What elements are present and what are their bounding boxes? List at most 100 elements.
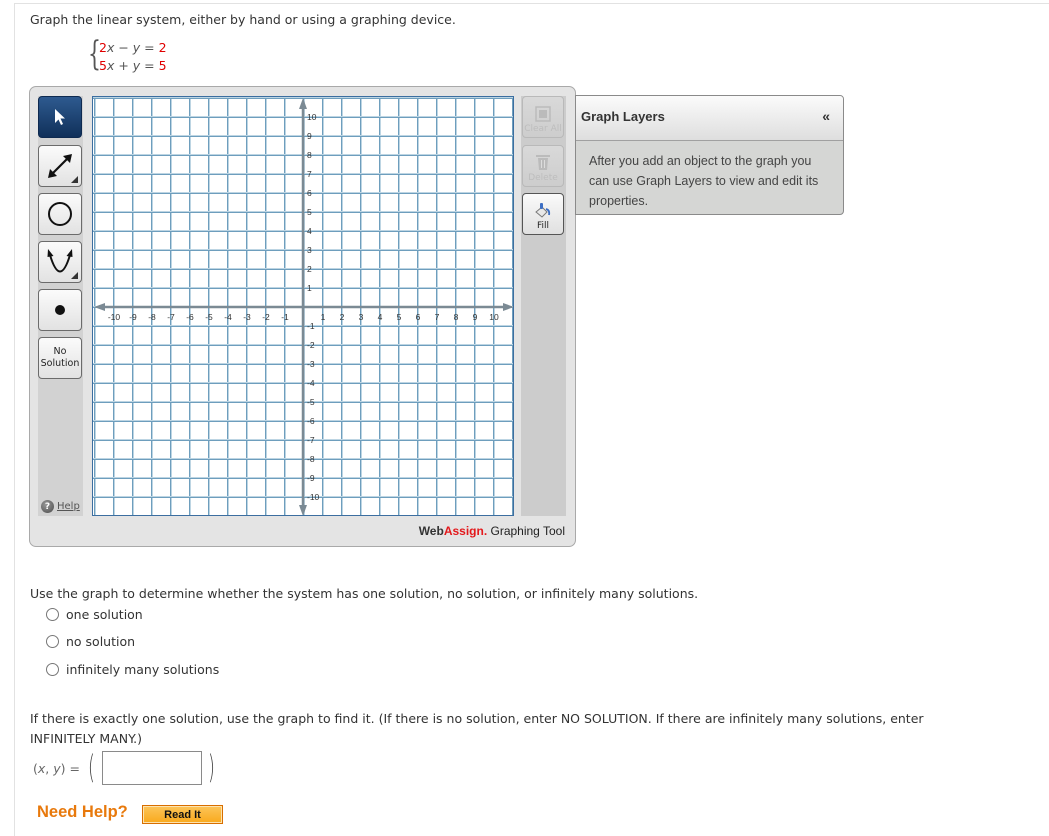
- y-tick-label: -6: [307, 416, 315, 426]
- x-tick-label: 6: [416, 312, 421, 322]
- x-tick-label: 4: [378, 312, 383, 322]
- y-tick-label: -8: [307, 454, 315, 464]
- y-tick-label: 1: [307, 283, 312, 293]
- dropdown-corner-icon: [71, 272, 78, 279]
- answer-close-paren: ): [208, 748, 215, 786]
- eq1-equals: =: [140, 40, 159, 55]
- eq2-operator: +: [114, 58, 133, 73]
- y-tick-label: -4: [307, 378, 315, 388]
- circle-tool-icon: [48, 202, 72, 226]
- equation-1: 2x − y = 2: [99, 40, 167, 55]
- y-tick-label: 4: [307, 226, 312, 236]
- dropdown-corner-icon: [71, 176, 78, 183]
- x-tick-label: -1: [281, 312, 289, 322]
- fill-button[interactable]: Fill: [522, 193, 564, 235]
- clear-all-icon: [535, 106, 551, 122]
- point-tool-button[interactable]: [38, 289, 82, 331]
- graph-layers-header: Graph Layers «: [576, 96, 843, 141]
- clear-all-label: Clear All: [524, 124, 562, 134]
- x-tick-label: 10: [489, 312, 499, 322]
- y-tick-label: -10: [307, 492, 320, 502]
- label-y: y: [53, 761, 61, 776]
- x-tick-label: 5: [397, 312, 402, 322]
- x-tick-label: 9: [473, 312, 478, 322]
- answer-input[interactable]: [102, 751, 202, 785]
- help-link[interactable]: ? Help: [41, 500, 80, 513]
- x-tick-label: -9: [129, 312, 137, 322]
- y-tick-label: -9: [307, 473, 315, 483]
- x-tick-label: 7: [435, 312, 440, 322]
- solution-type-prompt: Use the graph to determine whether the s…: [30, 586, 699, 601]
- circle-tool-button[interactable]: [38, 193, 82, 235]
- y-tick-label: 8: [307, 150, 312, 160]
- brand-web: Web: [418, 524, 444, 538]
- need-help-label: Need Help?: [37, 803, 128, 821]
- trash-icon: [536, 155, 550, 170]
- eq2-equals: =: [140, 58, 159, 73]
- radio-infinitely-many[interactable]: [46, 663, 59, 676]
- y-tick-label: -3: [307, 359, 315, 369]
- no-solution-button[interactable]: No Solution: [38, 337, 82, 379]
- graph-canvas[interactable]: -10 -10 -9 -9 -8 -8 -7 -7 -6 -6 -5 -5 -4 -4 -3 -3 -2 -2 -1…: [92, 96, 514, 516]
- label-close-equals: ) =: [60, 761, 80, 776]
- delete-label: Delete: [528, 173, 558, 183]
- no-solution-label-line1: No: [53, 346, 67, 357]
- option-infinitely-many[interactable]: infinitely many solutions: [46, 662, 219, 677]
- x-tick-label: 8: [454, 312, 459, 322]
- y-tick-label: 9: [307, 131, 312, 141]
- help-label: Help: [57, 501, 80, 512]
- delete-button[interactable]: Delete: [522, 145, 564, 187]
- y-tick-label: -5: [307, 397, 315, 407]
- option-label: infinitely many solutions: [66, 662, 220, 677]
- answer-label: (x, y) =: [33, 761, 80, 776]
- webassign-branding: WebAssign. Graphing Tool: [419, 524, 565, 538]
- y-tick-label: 7: [307, 169, 312, 179]
- graph-layers-panel: Graph Layers « After you add an object t…: [575, 95, 844, 215]
- y-tick-label: -1: [307, 321, 315, 331]
- x-tick-label: -2: [262, 312, 270, 322]
- eq2-coefficient: 5: [99, 58, 107, 73]
- eq1-coefficient: 2: [99, 40, 107, 55]
- x-tick-label: -5: [205, 312, 213, 322]
- graph-svg[interactable]: -10 -10 -9 -9 -8 -8 -7 -7 -6 -6 -5 -5 -4 -4 -3 -3 -2 -2 -1…: [93, 97, 514, 516]
- point-tool-icon: [55, 305, 65, 315]
- y-tick-label: 2: [307, 264, 312, 274]
- collapse-panel-icon[interactable]: «: [822, 108, 830, 124]
- x-tick-label: -8: [148, 312, 156, 322]
- help-icon: ?: [41, 500, 54, 513]
- x-tick-label: -4: [224, 312, 232, 322]
- x-tick-label: 3: [359, 312, 364, 322]
- radio-no-solution[interactable]: [46, 635, 59, 648]
- answer-open-paren: (: [88, 748, 95, 786]
- y-axis-arrow-up: [299, 98, 307, 109]
- eq1-operator: −: [114, 40, 133, 55]
- page-left-border: [14, 3, 15, 836]
- option-one-solution[interactable]: one solution: [46, 607, 143, 622]
- solution-instructions: If there is exactly one solution, use th…: [30, 711, 924, 746]
- graph-layers-description: After you add an object to the graph you…: [589, 154, 819, 208]
- equation-2: 5x + y = 5: [99, 58, 167, 73]
- select-tool-button[interactable]: [38, 96, 82, 138]
- eq1-rhs: 2: [158, 40, 167, 55]
- radio-one-solution[interactable]: [46, 608, 59, 621]
- page-top-border: [14, 3, 1049, 4]
- x-tick-label: 2: [340, 312, 345, 322]
- arrow-pointer-icon: [55, 109, 65, 125]
- y-tick-label: 6: [307, 188, 312, 198]
- brand-assign: Assign.: [443, 524, 488, 538]
- fill-label: Fill: [536, 221, 550, 231]
- option-label: one solution: [66, 607, 143, 622]
- x-tick-label: -7: [167, 312, 175, 322]
- clear-all-button[interactable]: Clear All: [522, 96, 564, 138]
- y-tick-label: 5: [307, 207, 312, 217]
- instructions-text: Graph the linear system, either by hand …: [30, 12, 456, 27]
- option-no-solution[interactable]: no solution: [46, 634, 135, 649]
- read-it-button[interactable]: Read It: [142, 805, 223, 824]
- line-tool-button[interactable]: [38, 145, 82, 187]
- y-tick-label: 3: [307, 245, 312, 255]
- brand-graphing-tool: Graphing Tool: [487, 524, 565, 538]
- y-tick-label: 10: [307, 112, 317, 122]
- x-tick-label: -6: [186, 312, 194, 322]
- x-tick-label: -10: [108, 312, 121, 322]
- parabola-tool-button[interactable]: [38, 241, 82, 283]
